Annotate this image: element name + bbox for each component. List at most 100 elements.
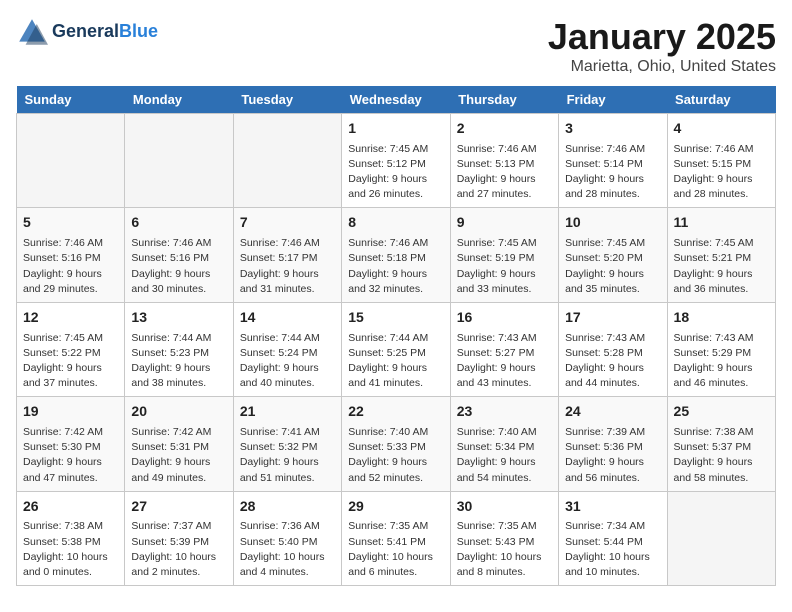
day-info: Sunrise: 7:46 AM Sunset: 5:14 PM Dayligh… [565, 142, 660, 203]
week-row-4: 19 Sunrise: 7:42 AM Sunset: 5:30 PM Dayli… [17, 397, 776, 491]
day-info: Sunrise: 7:36 AM Sunset: 5:40 PM Dayligh… [240, 519, 335, 580]
day-cell: 27Sunrise: 7:37 AM Sunset: 5:39 PM Dayli… [125, 491, 233, 585]
day-number: 30 [457, 497, 552, 517]
day-cell: 28Sunrise: 7:36 AM Sunset: 5:40 PM Dayli… [233, 491, 341, 585]
day-cell: 26Sunrise: 7:38 AM Sunset: 5:38 PM Dayli… [17, 491, 125, 585]
day-cell: 4Sunrise: 7:46 AM Sunset: 5:15 PM Daylig… [667, 114, 775, 208]
day-number: 10 [565, 213, 660, 233]
day-cell: 13 Sunrise: 7:44 AM Sunset: 5:23 PM Dayli… [125, 302, 233, 396]
day-number: 19 [23, 402, 118, 422]
day-cell: 23 Sunrise: 7:40 AM Sunset: 5:34 PM Dayli… [450, 397, 558, 491]
day-cell: 24 Sunrise: 7:39 AM Sunset: 5:36 PM Dayli… [559, 397, 667, 491]
day-info: Sunrise: 7:38 AM Sunset: 5:38 PM Dayligh… [23, 519, 118, 580]
day-number: 11 [674, 213, 769, 233]
day-number: 23 [457, 402, 552, 422]
day-number: 2 [457, 119, 552, 139]
logo: GeneralBlue [16, 16, 158, 48]
header-cell-sunday: Sunday [17, 86, 125, 114]
day-cell: 7 Sunrise: 7:46 AM Sunset: 5:17 PM Daylig… [233, 208, 341, 302]
title-block: January 2025 Marietta, Ohio, United Stat… [548, 16, 776, 76]
day-cell [17, 114, 125, 208]
day-info: Sunrise: 7:46 AM Sunset: 5:16 PM Dayligh… [23, 236, 118, 297]
day-cell: 20 Sunrise: 7:42 AM Sunset: 5:31 PM Dayli… [125, 397, 233, 491]
day-number: 9 [457, 213, 552, 233]
day-info: Sunrise: 7:37 AM Sunset: 5:39 PM Dayligh… [131, 519, 226, 580]
day-info: Sunrise: 7:35 AM Sunset: 5:41 PM Dayligh… [348, 519, 443, 580]
week-row-5: 26Sunrise: 7:38 AM Sunset: 5:38 PM Dayli… [17, 491, 776, 585]
day-info: Sunrise: 7:46 AM Sunset: 5:17 PM Dayligh… [240, 236, 335, 297]
day-number: 7 [240, 213, 335, 233]
day-cell [233, 114, 341, 208]
day-info: Sunrise: 7:46 AM Sunset: 5:18 PM Dayligh… [348, 236, 443, 297]
day-cell: 3 Sunrise: 7:46 AM Sunset: 5:14 PM Daylig… [559, 114, 667, 208]
header-cell-friday: Friday [559, 86, 667, 114]
day-info: Sunrise: 7:45 AM Sunset: 5:22 PM Dayligh… [23, 331, 118, 392]
day-number: 6 [131, 213, 226, 233]
day-info: Sunrise: 7:41 AM Sunset: 5:32 PM Dayligh… [240, 425, 335, 486]
day-number: 26 [23, 497, 118, 517]
day-info: Sunrise: 7:43 AM Sunset: 5:29 PM Dayligh… [674, 331, 769, 392]
day-info: Sunrise: 7:46 AM Sunset: 5:16 PM Dayligh… [131, 236, 226, 297]
day-cell: 6 Sunrise: 7:46 AM Sunset: 5:16 PM Daylig… [125, 208, 233, 302]
day-number: 29 [348, 497, 443, 517]
day-info: Sunrise: 7:43 AM Sunset: 5:27 PM Dayligh… [457, 331, 552, 392]
day-number: 1 [348, 119, 443, 139]
day-info: Sunrise: 7:45 AM Sunset: 5:20 PM Dayligh… [565, 236, 660, 297]
day-number: 21 [240, 402, 335, 422]
day-cell: 5 Sunrise: 7:46 AM Sunset: 5:16 PM Daylig… [17, 208, 125, 302]
day-number: 14 [240, 308, 335, 328]
day-cell: 12Sunrise: 7:45 AM Sunset: 5:22 PM Dayli… [17, 302, 125, 396]
day-cell: 31Sunrise: 7:34 AM Sunset: 5:44 PM Dayli… [559, 491, 667, 585]
day-number: 16 [457, 308, 552, 328]
day-info: Sunrise: 7:43 AM Sunset: 5:28 PM Dayligh… [565, 331, 660, 392]
day-info: Sunrise: 7:40 AM Sunset: 5:33 PM Dayligh… [348, 425, 443, 486]
day-cell [125, 114, 233, 208]
day-cell: 17Sunrise: 7:43 AM Sunset: 5:28 PM Dayli… [559, 302, 667, 396]
day-cell: 9Sunrise: 7:45 AM Sunset: 5:19 PM Daylig… [450, 208, 558, 302]
day-cell: 25Sunrise: 7:38 AM Sunset: 5:37 PM Dayli… [667, 397, 775, 491]
day-cell: 16 Sunrise: 7:43 AM Sunset: 5:27 PM Dayli… [450, 302, 558, 396]
header-cell-thursday: Thursday [450, 86, 558, 114]
day-number: 28 [240, 497, 335, 517]
day-cell: 11 Sunrise: 7:45 AM Sunset: 5:21 PM Dayli… [667, 208, 775, 302]
day-number: 22 [348, 402, 443, 422]
day-number: 5 [23, 213, 118, 233]
day-cell: 10 Sunrise: 7:45 AM Sunset: 5:20 PM Dayli… [559, 208, 667, 302]
day-info: Sunrise: 7:38 AM Sunset: 5:37 PM Dayligh… [674, 425, 769, 486]
day-info: Sunrise: 7:46 AM Sunset: 5:13 PM Dayligh… [457, 142, 552, 203]
day-cell: 30Sunrise: 7:35 AM Sunset: 5:43 PM Dayli… [450, 491, 558, 585]
day-info: Sunrise: 7:34 AM Sunset: 5:44 PM Dayligh… [565, 519, 660, 580]
day-cell: 1Sunrise: 7:45 AM Sunset: 5:12 PM Daylig… [342, 114, 450, 208]
day-number: 8 [348, 213, 443, 233]
day-info: Sunrise: 7:39 AM Sunset: 5:36 PM Dayligh… [565, 425, 660, 486]
page-header: GeneralBlue January 2025 Marietta, Ohio,… [16, 16, 776, 76]
day-info: Sunrise: 7:44 AM Sunset: 5:23 PM Dayligh… [131, 331, 226, 392]
week-row-3: 12Sunrise: 7:45 AM Sunset: 5:22 PM Dayli… [17, 302, 776, 396]
day-cell: 15 Sunrise: 7:44 AM Sunset: 5:25 PM Dayli… [342, 302, 450, 396]
calendar-table: SundayMondayTuesdayWednesdayThursdayFrid… [16, 86, 776, 586]
day-info: Sunrise: 7:45 AM Sunset: 5:21 PM Dayligh… [674, 236, 769, 297]
header-cell-wednesday: Wednesday [342, 86, 450, 114]
day-cell: 8 Sunrise: 7:46 AM Sunset: 5:18 PM Daylig… [342, 208, 450, 302]
day-number: 13 [131, 308, 226, 328]
day-info: Sunrise: 7:35 AM Sunset: 5:43 PM Dayligh… [457, 519, 552, 580]
logo-text: GeneralBlue [52, 22, 158, 42]
week-row-1: 1Sunrise: 7:45 AM Sunset: 5:12 PM Daylig… [17, 114, 776, 208]
day-number: 24 [565, 402, 660, 422]
day-info: Sunrise: 7:42 AM Sunset: 5:30 PM Dayligh… [23, 425, 118, 486]
header-row: SundayMondayTuesdayWednesdayThursdayFrid… [17, 86, 776, 114]
day-number: 18 [674, 308, 769, 328]
day-info: Sunrise: 7:46 AM Sunset: 5:15 PM Dayligh… [674, 142, 769, 203]
day-number: 20 [131, 402, 226, 422]
day-number: 15 [348, 308, 443, 328]
day-number: 3 [565, 119, 660, 139]
day-info: Sunrise: 7:44 AM Sunset: 5:25 PM Dayligh… [348, 331, 443, 392]
day-info: Sunrise: 7:42 AM Sunset: 5:31 PM Dayligh… [131, 425, 226, 486]
week-row-2: 5 Sunrise: 7:46 AM Sunset: 5:16 PM Daylig… [17, 208, 776, 302]
calendar-title: January 2025 [548, 16, 776, 58]
logo-icon [16, 16, 48, 48]
day-number: 31 [565, 497, 660, 517]
day-info: Sunrise: 7:40 AM Sunset: 5:34 PM Dayligh… [457, 425, 552, 486]
header-cell-saturday: Saturday [667, 86, 775, 114]
day-cell: 2 Sunrise: 7:46 AM Sunset: 5:13 PM Daylig… [450, 114, 558, 208]
